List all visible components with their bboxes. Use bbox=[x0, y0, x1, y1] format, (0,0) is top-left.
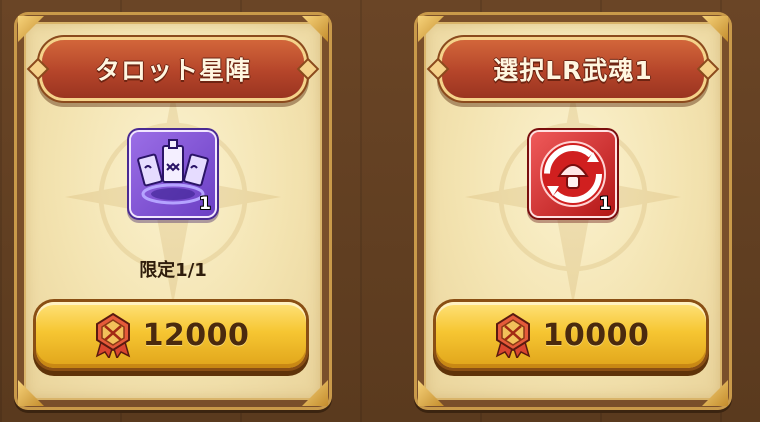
item-slot[interactable]: 1 bbox=[531, 132, 615, 216]
item-title: タロット星陣 bbox=[94, 56, 251, 85]
shop-card-lr-soul: 選択LR武魂1 1 10000 bbox=[414, 12, 732, 410]
item-title-banner: タロット星陣 bbox=[42, 40, 304, 98]
purchase-limit-label: 限定1/1 bbox=[139, 260, 207, 281]
shop-card-tarot: タロット星陣 1 限定1/1 12000 bbox=[14, 12, 332, 410]
item-title-banner: 選択LR武魂1 bbox=[442, 40, 704, 98]
buy-button-tarot[interactable]: 12000 bbox=[36, 302, 306, 368]
item-slot[interactable]: 1 bbox=[131, 132, 215, 216]
item-title: 選択LR武魂1 bbox=[493, 56, 653, 85]
price-amount: 12000 bbox=[142, 317, 250, 353]
item-quantity: 1 bbox=[199, 194, 211, 214]
item-quantity: 1 bbox=[599, 194, 611, 214]
price-amount: 10000 bbox=[542, 317, 650, 353]
buy-button-lr-soul[interactable]: 10000 bbox=[436, 302, 706, 368]
red-crest-badge-icon bbox=[95, 312, 130, 358]
red-crest-badge-icon bbox=[495, 312, 530, 358]
